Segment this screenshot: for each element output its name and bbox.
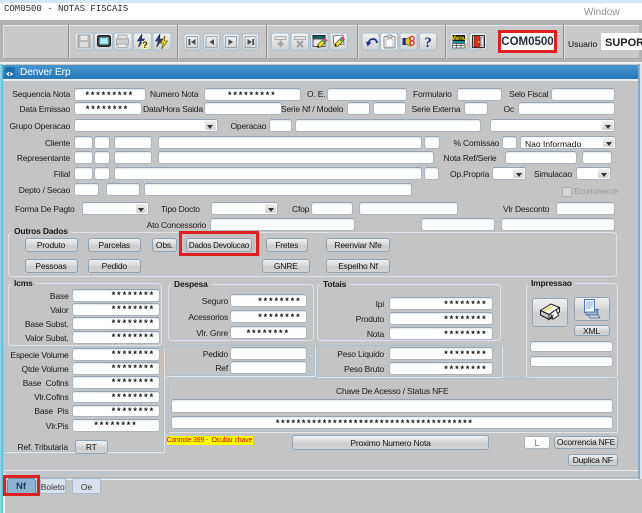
svg-text:?: ? <box>142 40 148 50</box>
svg-text:?: ? <box>424 35 432 51</box>
